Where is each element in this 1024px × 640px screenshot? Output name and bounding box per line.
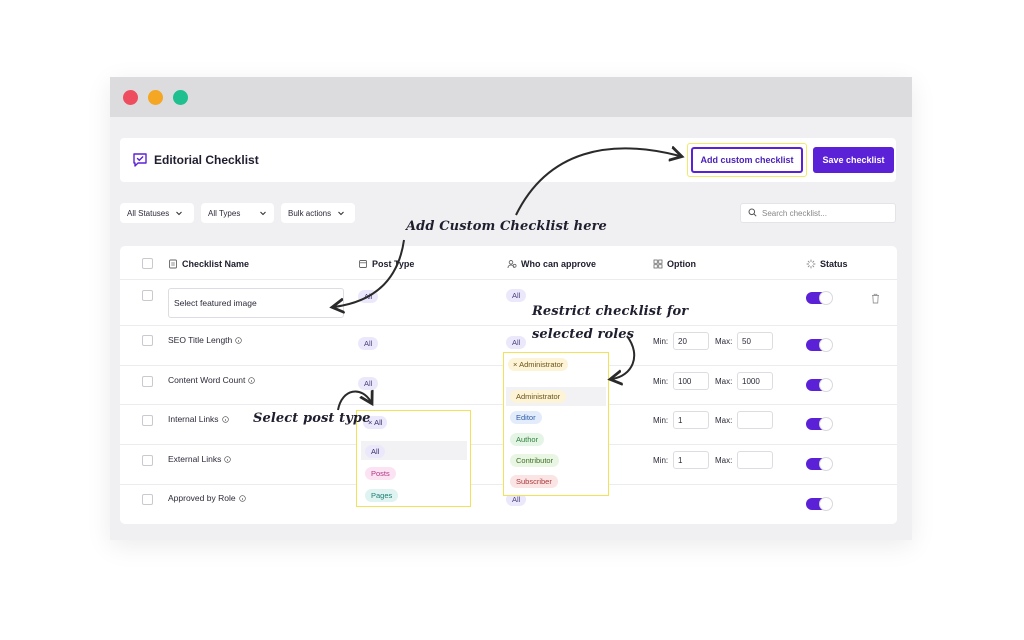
arrow-to-roles <box>612 335 636 379</box>
annotation-arrows <box>0 0 1024 411</box>
arrow-to-name-input <box>334 239 405 307</box>
arrow-to-add-button <box>515 148 680 216</box>
arrow-to-post-type <box>337 392 371 411</box>
